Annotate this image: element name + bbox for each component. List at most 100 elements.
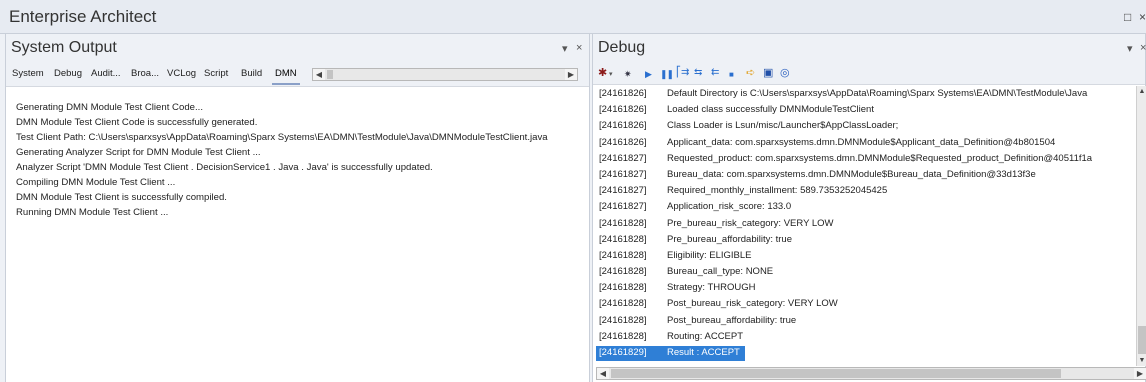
debug-log-row[interactable]: [24161828] Strategy: THROUGH — [596, 280, 1133, 296]
save-icon[interactable]: ▣ — [763, 66, 773, 80]
pause-icon[interactable]: ❚❚ — [660, 67, 674, 81]
tab-vclog[interactable]: VCLog — [167, 68, 196, 79]
tab-system[interactable]: System — [12, 68, 44, 79]
debug-message: Required_monthly_installment: 589.735325… — [667, 185, 888, 197]
debug-message: Post_bureau_risk_category: VERY LOW — [667, 298, 838, 310]
scroll-left-icon[interactable]: ◀ — [313, 69, 325, 80]
debug-message: Post_bureau_affordability: true — [667, 314, 797, 326]
debug-timestamp: [24161827] — [599, 185, 647, 197]
system-output-header: System Output ▾ × — [6, 34, 589, 61]
debug-message: Application_risk_score: 133.0 — [667, 201, 792, 213]
debug-log-row[interactable]: [24161829] Result : ACCEPT — [596, 345, 1133, 361]
debug-timestamp: [24161826] — [599, 104, 647, 116]
step-over-icon[interactable]: ⇆ — [694, 66, 702, 80]
debug-message: Loaded class successfully DMNModuleTestC… — [667, 104, 874, 116]
debug-panel: Debug ▾ × ✱ ▾ ✷ ▶ ❚❚ ⎡⇉ ⇆ ⇇ ■ ➪ ▣ ◎ [241… — [592, 34, 1146, 382]
debug-message: Bureau_data: com.sparxsystems.dmn.DMNMod… — [667, 168, 1036, 180]
panel-options-dropdown-icon[interactable]: ▾ — [1127, 42, 1133, 55]
debug-log-scroll-thumb[interactable] — [1138, 326, 1146, 354]
debug-log-row[interactable]: [24161828] Pre_bureau_risk_category: VERY… — [596, 216, 1133, 232]
system-output-title: System Output — [11, 39, 117, 56]
debug-timestamp: [24161827] — [599, 201, 647, 213]
debug-message: Pre_bureau_risk_category: VERY LOW — [667, 217, 834, 229]
debug-message: Bureau_call_type: NONE — [667, 266, 774, 278]
tab-browse[interactable]: Broa... — [131, 68, 159, 79]
debug-message: Default Directory is C:\Users\sparxsys\A… — [667, 88, 1088, 99]
scroll-right-icon[interactable]: ▶ — [565, 69, 577, 80]
output-tab-strip: System Debug Audit... Broa... VCLog Scri… — [6, 61, 589, 87]
debug-toolbar: ✱ ▾ ✷ ▶ ❚❚ ⎡⇉ ⇆ ⇇ ■ ➪ ▣ ◎ — [593, 61, 1145, 85]
output-line: DMN Module Test Client Code is successfu… — [16, 117, 258, 128]
debug-log-row[interactable]: [24161826] Class Loader is Lsun/misc/Laun… — [596, 118, 1133, 134]
debug-log-row[interactable]: [24161828] Post_bureau_risk_category: VER… — [596, 296, 1133, 312]
tab-script[interactable]: Script — [204, 68, 228, 79]
debug-timestamp: [24161826] — [599, 120, 647, 132]
scroll-right-icon[interactable]: ▶ — [1134, 368, 1146, 379]
debug-log-row[interactable]: [24161828] Post_bureau_affordability: tru… — [596, 313, 1133, 329]
debug-log-vertical-scrollbar[interactable]: ▲ ▼ — [1136, 86, 1146, 366]
debug-message: Class Loader is Lsun/misc/Launcher$AppCl… — [667, 120, 899, 132]
output-line: Generating Analyzer Script for DMN Modul… — [16, 147, 261, 158]
chevron-down-icon[interactable]: ▾ — [609, 68, 613, 82]
scroll-down-icon[interactable]: ▼ — [1137, 357, 1146, 364]
debug-timestamp: [24161828] — [599, 282, 647, 294]
debug-log-row[interactable]: [24161828] Eligibility: ELIGIBLE — [596, 248, 1133, 264]
panel-close-button[interactable]: × — [576, 42, 582, 54]
output-line: Compiling DMN Module Test Client ... — [16, 177, 176, 188]
debug-log-row[interactable]: [24161826] Default Directory is C:\Users\… — [596, 86, 1133, 102]
output-line: Running DMN Module Test Client ... — [16, 207, 169, 218]
debug-timestamp: [24161828] — [599, 249, 647, 261]
settings-icon[interactable]: ✷ — [624, 67, 632, 81]
debug-message: Requested_product: com.sparxsystems.dmn.… — [667, 152, 1093, 164]
debug-log-row[interactable]: [24161827] Bureau_data: com.sparxsystems.… — [596, 167, 1133, 183]
debug-log-row[interactable]: [24161828] Bureau_call_type: NONE — [596, 264, 1133, 280]
output-line: Generating DMN Module Test Client Code..… — [16, 102, 203, 113]
debug-log-row[interactable]: [24161828] Routing: ACCEPT — [596, 329, 1133, 345]
debug-log-row[interactable]: [24161827] Requested_product: com.sparxsy… — [596, 151, 1133, 167]
restore-window-button[interactable]: □ — [1124, 10, 1131, 24]
scroll-up-icon[interactable]: ▲ — [1137, 88, 1146, 95]
debug-message: Applicant_data: com.sparxsystems.dmn.DMN… — [667, 136, 1056, 148]
debug-title: Debug — [598, 39, 646, 56]
app-title: Enterprise Architect — [9, 7, 157, 26]
panel-options-dropdown-icon[interactable]: ▾ — [562, 42, 568, 55]
run-icon[interactable]: ▶ — [645, 67, 652, 81]
tab-build[interactable]: Build — [241, 68, 262, 79]
system-output-panel: System Output ▾ × System Debug Audit... … — [5, 34, 590, 382]
debug-log-row[interactable]: [24161827] Application_risk_score: 133.0 — [596, 199, 1133, 215]
tab-debug[interactable]: Debug — [54, 68, 82, 79]
debug-timestamp: [24161827] — [599, 152, 647, 164]
debug-timestamp: [24161828] — [599, 314, 647, 326]
debug-log-row[interactable]: [24161826] Applicant_data: com.sparxsyste… — [596, 135, 1133, 151]
debug-message: Routing: ACCEPT — [667, 330, 744, 342]
tab-audit[interactable]: Audit... — [91, 68, 121, 79]
debug-log-list[interactable]: [24161826] Default Directory is C:\Users\… — [596, 86, 1133, 366]
pin-icon[interactable]: ➪ — [746, 66, 755, 80]
output-line: DMN Module Test Client is successfully c… — [16, 192, 227, 203]
panel-close-button[interactable]: × — [1140, 42, 1146, 54]
step-into-icon[interactable]: ⎡⇉ — [676, 66, 689, 80]
debug-log-row[interactable]: [24161826] Loaded class successfully DMNM… — [596, 102, 1133, 118]
close-window-button[interactable]: × — [1139, 10, 1146, 24]
debug-log-hscroll-thumb[interactable] — [611, 369, 1061, 378]
debug-log-row[interactable]: [24161828] Pre_bureau_affordability: true — [596, 232, 1133, 248]
debug-timestamp: [24161828] — [599, 217, 647, 229]
debug-timestamp: [24161829] — [599, 347, 647, 358]
bug-menu-icon[interactable]: ✱ — [598, 66, 607, 80]
output-line: Analyzer Script 'DMN Module Test Client … — [16, 162, 433, 173]
debug-log-horizontal-scrollbar[interactable]: ◀ ▶ — [596, 367, 1146, 380]
output-log: Generating DMN Module Test Client Code..… — [16, 100, 585, 220]
help-icon[interactable]: ◎ — [780, 66, 790, 80]
debug-timestamp: [24161828] — [599, 298, 647, 310]
debug-timestamp: [24161827] — [599, 168, 647, 180]
tab-strip-scroll-thumb[interactable] — [327, 70, 333, 79]
debug-timestamp: [24161826] — [599, 136, 647, 148]
step-out-icon[interactable]: ⇇ — [711, 66, 719, 80]
scroll-left-icon[interactable]: ◀ — [597, 368, 609, 379]
tab-strip-scrollbar[interactable]: ◀ ▶ — [312, 68, 578, 81]
tab-dmn[interactable]: DMN — [275, 68, 297, 79]
stop-icon[interactable]: ■ — [729, 68, 734, 82]
debug-timestamp: [24161828] — [599, 266, 647, 278]
debug-log-row[interactable]: [24161827] Required_monthly_installment: … — [596, 183, 1133, 199]
debug-timestamp: [24161828] — [599, 233, 647, 245]
